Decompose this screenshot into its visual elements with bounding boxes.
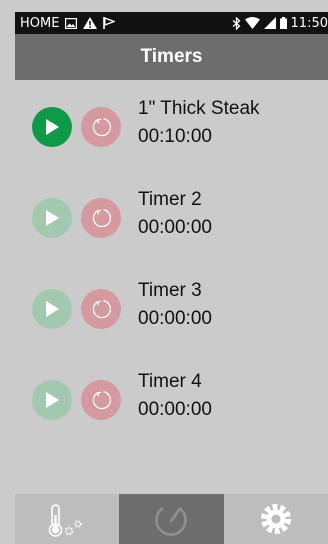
play-button[interactable] [32, 107, 72, 147]
play-button[interactable] [32, 198, 72, 238]
play-icon [46, 210, 59, 226]
tab-timers[interactable] [119, 494, 224, 544]
reset-icon [92, 391, 112, 410]
image-icon [65, 17, 78, 29]
reset-icon [92, 209, 112, 228]
play-button[interactable] [32, 289, 72, 329]
reset-button[interactable] [81, 198, 121, 238]
page-title: Timers [140, 46, 203, 67]
status-time: 11:50 [290, 15, 328, 31]
flag-icon [103, 17, 116, 29]
timer-time: 00:00:00 [138, 217, 212, 238]
timer-list: 1" Thick Steak 00:10:00 Timer 2 00:00:00… [15, 80, 328, 444]
battery-icon [279, 17, 287, 29]
tab-temperature-settings[interactable] [15, 494, 119, 544]
gear-icon [260, 504, 291, 534]
timer-row: Timer 4 00:00:00 [15, 353, 328, 444]
timer-gauge-icon [155, 506, 188, 536]
status-bar: HOME 11:50 [15, 12, 328, 34]
thermometer-settings-icon [48, 504, 82, 537]
tab-settings[interactable] [224, 494, 328, 544]
reset-button[interactable] [81, 380, 121, 420]
bluetooth-icon [232, 16, 241, 30]
play-icon [46, 392, 59, 408]
status-left: HOME [20, 15, 116, 31]
timer-row: 1" Thick Steak 00:10:00 [15, 80, 328, 171]
status-right: 11:50 [232, 16, 328, 31]
warning-icon [83, 17, 98, 29]
timer-time: 00:00:00 [138, 308, 212, 329]
timer-name: 1" Thick Steak [138, 98, 260, 119]
timer-row: Timer 3 00:00:00 [15, 262, 328, 353]
timer-name: Timer 4 [138, 371, 202, 392]
play-icon [46, 301, 59, 317]
reset-button[interactable] [81, 107, 121, 147]
bottom-nav [15, 494, 328, 544]
signal-icon [263, 17, 276, 29]
reset-button[interactable] [81, 289, 121, 329]
reset-icon [92, 300, 112, 319]
timer-time: 00:00:00 [138, 399, 212, 420]
play-icon [46, 119, 59, 135]
timer-row: Timer 2 00:00:00 [15, 171, 328, 262]
timer-time: 00:10:00 [138, 126, 212, 147]
timer-name: Timer 2 [138, 189, 202, 210]
status-home-label: HOME [20, 15, 60, 31]
wifi-icon [244, 17, 260, 29]
play-button[interactable] [32, 380, 72, 420]
reset-icon [92, 118, 112, 137]
app-bar: Timers [15, 34, 328, 80]
timer-name: Timer 3 [138, 280, 202, 301]
